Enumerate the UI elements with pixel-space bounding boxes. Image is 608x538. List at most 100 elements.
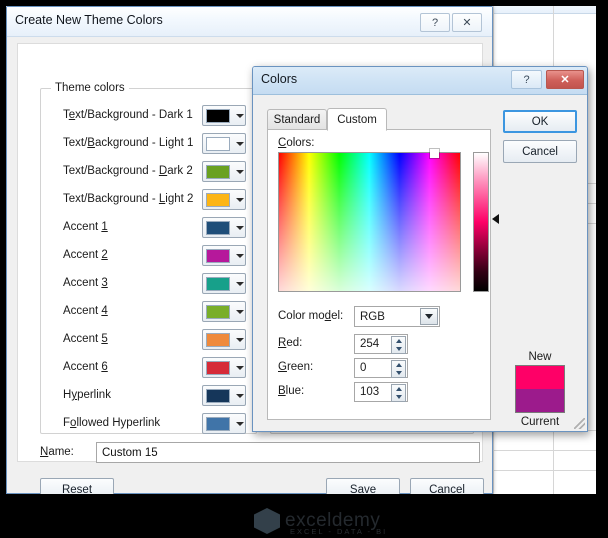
- color-swatch-followed-hyperlink: [206, 416, 230, 431]
- colors-dialog: Colors ? ✕ Standard Custom Colors: Color…: [252, 66, 588, 432]
- theme-color-picker-accent-6[interactable]: [202, 357, 246, 378]
- color-swatch-accent-2: [206, 248, 230, 263]
- theme-color-picker-hyperlink[interactable]: [202, 385, 246, 406]
- theme-colors-group: Theme colors Text/Background - Dark 1 Tex…: [40, 82, 257, 434]
- red-input[interactable]: 254: [354, 334, 408, 354]
- chevron-down-icon[interactable]: [236, 421, 244, 426]
- chevron-down-icon[interactable]: [236, 393, 244, 398]
- theme-dialog-titlebar[interactable]: Create New Theme Colors ? ✕: [7, 7, 492, 37]
- red-stepper[interactable]: [391, 336, 406, 354]
- green-row: Green: 0: [278, 358, 438, 378]
- theme-color-row-followed-hyperlink: Followed Hyperlink: [41, 411, 256, 439]
- color-swatch-text-background-light-1: [206, 136, 230, 151]
- close-icon[interactable]: ✕: [546, 70, 584, 89]
- watermark-subtext: EXCEL - DATA - BI: [290, 527, 388, 536]
- theme-color-picker-text-background-light-2[interactable]: [202, 189, 246, 210]
- color-spectrum-area[interactable]: [278, 149, 461, 292]
- theme-color-picker-accent-5[interactable]: [202, 329, 246, 350]
- colors-cancel-button[interactable]: Cancel: [503, 140, 577, 163]
- colors-dialog-body: Standard Custom Colors: Color model: RGB: [253, 95, 587, 431]
- tab-custom[interactable]: Custom: [327, 108, 387, 131]
- theme-color-picker-accent-3[interactable]: [202, 273, 246, 294]
- help-icon[interactable]: ?: [420, 13, 450, 32]
- resize-grip[interactable]: [574, 418, 585, 429]
- frame-edge-top: [0, 0, 608, 6]
- chevron-down-icon[interactable]: [236, 253, 244, 258]
- current-color-label: Current: [520, 416, 560, 428]
- new-current-swatch: [515, 365, 565, 413]
- luminance-slider-area[interactable]: [473, 152, 499, 292]
- green-value: 0: [360, 362, 367, 374]
- stepper-up-icon[interactable]: [392, 337, 405, 345]
- exceldemy-watermark: exceldemy EXCEL - DATA - BI: [254, 504, 454, 538]
- chevron-down-icon[interactable]: [236, 337, 244, 342]
- color-swatch-accent-6: [206, 360, 230, 375]
- theme-color-picker-accent-4[interactable]: [202, 301, 246, 322]
- theme-color-picker-accent-1[interactable]: [202, 217, 246, 238]
- red-value: 254: [360, 338, 380, 350]
- stepper-up-icon[interactable]: [392, 361, 405, 369]
- theme-color-label-text-background-light-2: Text/Background - Light 2: [63, 193, 194, 205]
- color-swatch-text-background-dark-2: [206, 164, 230, 179]
- theme-color-picker-text-background-light-1[interactable]: [202, 133, 246, 154]
- colors-dialog-title: Colors: [261, 72, 298, 86]
- chevron-down-icon[interactable]: [236, 225, 244, 230]
- chevron-down-icon[interactable]: [236, 141, 244, 146]
- theme-color-label-hyperlink: Hyperlink: [63, 389, 111, 401]
- theme-color-row-hyperlink: Hyperlink: [41, 383, 256, 411]
- new-current-preview: New Current: [506, 351, 574, 443]
- theme-color-row-accent-5: Accent 5: [41, 327, 256, 355]
- color-swatch-text-background-light-2: [206, 192, 230, 207]
- color-model-value: RGB: [360, 310, 385, 323]
- color-model-select[interactable]: RGB: [354, 306, 440, 327]
- theme-color-row-text-background-light-1: Text/Background - Light 1: [41, 131, 256, 159]
- color-swatch-accent-4: [206, 304, 230, 319]
- chevron-down-icon[interactable]: [236, 309, 244, 314]
- theme-color-label-accent-6: Accent 6: [63, 361, 108, 373]
- close-icon[interactable]: ✕: [452, 13, 482, 32]
- chevron-down-icon[interactable]: [420, 308, 438, 325]
- theme-color-picker-text-background-dark-1[interactable]: [202, 105, 246, 126]
- colors-field-label: Colors:: [278, 137, 315, 149]
- colors-dialog-titlebar[interactable]: Colors ? ✕: [253, 67, 587, 95]
- theme-color-picker-followed-hyperlink[interactable]: [202, 413, 246, 434]
- chevron-down-icon[interactable]: [236, 281, 244, 286]
- theme-color-label-accent-4: Accent 4: [63, 305, 108, 317]
- chevron-down-icon[interactable]: [236, 113, 244, 118]
- theme-name-input[interactable]: [96, 442, 480, 463]
- theme-color-row-accent-1: Accent 1: [41, 215, 256, 243]
- color-spectrum[interactable]: [278, 152, 461, 292]
- stepper-up-icon[interactable]: [392, 385, 405, 393]
- stepper-down-icon[interactable]: [392, 393, 405, 401]
- theme-color-picker-text-background-dark-2[interactable]: [202, 161, 246, 182]
- theme-color-label-accent-3: Accent 3: [63, 277, 108, 289]
- frame-edge-bottom: [0, 494, 608, 506]
- theme-color-row-accent-2: Accent 2: [41, 243, 256, 271]
- color-model-row: Color model: RGB: [278, 306, 483, 327]
- stepper-down-icon[interactable]: [392, 369, 405, 377]
- color-model-label: Color model:: [278, 310, 344, 322]
- stepper-down-icon[interactable]: [392, 345, 405, 353]
- green-input[interactable]: 0: [354, 358, 408, 378]
- luminance-slider-handle[interactable]: [492, 214, 499, 224]
- chevron-down-icon[interactable]: [236, 197, 244, 202]
- green-stepper[interactable]: [391, 360, 406, 378]
- theme-color-label-accent-2: Accent 2: [63, 249, 108, 261]
- luminance-slider[interactable]: [473, 152, 489, 292]
- blue-input[interactable]: 103: [354, 382, 408, 402]
- spectrum-cursor-handle[interactable]: [430, 149, 439, 158]
- theme-color-row-accent-4: Accent 4: [41, 299, 256, 327]
- theme-name-label: Name:: [40, 446, 74, 458]
- help-icon[interactable]: ?: [511, 70, 542, 89]
- red-row: Red: 254: [278, 334, 438, 354]
- theme-colors-group-label: Theme colors: [51, 82, 129, 94]
- blue-label: Blue:: [278, 385, 305, 397]
- theme-color-label-text-background-light-1: Text/Background - Light 1: [63, 137, 194, 149]
- theme-color-picker-accent-2[interactable]: [202, 245, 246, 266]
- blue-stepper[interactable]: [391, 384, 406, 402]
- chevron-down-icon[interactable]: [236, 365, 244, 370]
- chevron-down-icon[interactable]: [236, 169, 244, 174]
- tab-standard[interactable]: Standard: [267, 109, 327, 130]
- ok-button[interactable]: OK: [503, 110, 577, 133]
- theme-color-label-followed-hyperlink: Followed Hyperlink: [63, 417, 161, 429]
